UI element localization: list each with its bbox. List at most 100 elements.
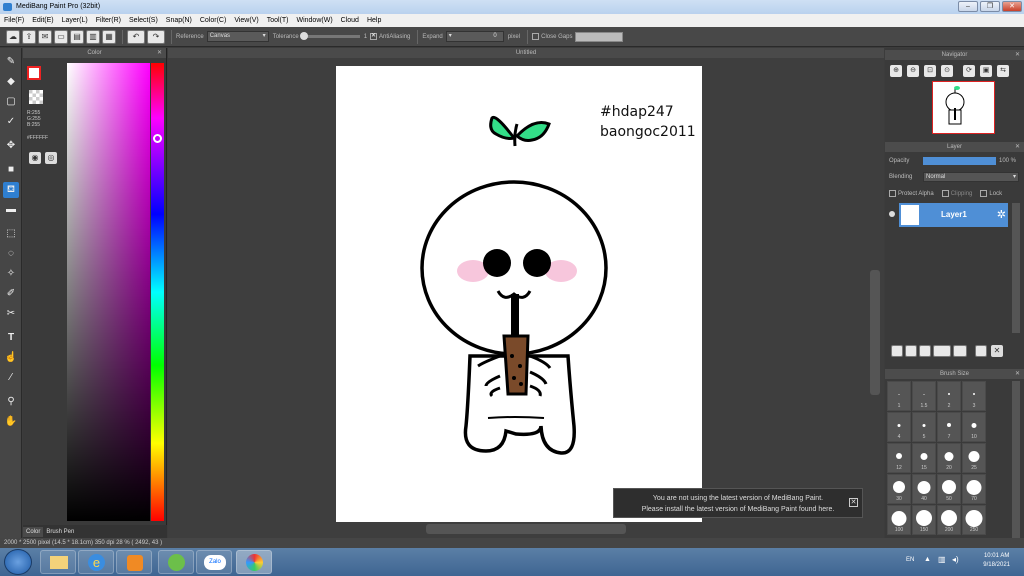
brush-size-cell[interactable]: 15 <box>912 443 936 473</box>
doc-icon[interactable]: ▤ <box>70 29 84 44</box>
close-gaps-checkbox[interactable] <box>532 33 540 40</box>
brush-size-cell[interactable]: 25 <box>962 443 986 473</box>
eyedropper-icon[interactable]: ⚲ <box>3 394 19 410</box>
divide-icon[interactable]: ⁄ <box>3 370 19 386</box>
zoom-out-icon[interactable]: ⊖ <box>907 65 919 77</box>
slider-handle[interactable] <box>299 32 308 40</box>
dot-icon[interactable]: ▢ <box>3 94 19 110</box>
media-player-icon[interactable] <box>116 550 152 574</box>
brush-size-cell[interactable]: 2 <box>937 381 961 411</box>
select-eraser-icon[interactable]: ✂ <box>3 306 19 322</box>
medibang-taskbar-icon[interactable] <box>236 550 272 574</box>
new-layer-icon[interactable] <box>891 345 903 357</box>
vertical-scrollbar[interactable] <box>870 270 880 395</box>
menu-file[interactable]: File(F) <box>4 17 24 24</box>
close-gaps-slider[interactable] <box>575 31 624 42</box>
language-indicator[interactable]: EN <box>906 557 914 563</box>
grid-icon[interactable]: ▦ <box>102 29 116 44</box>
magic-wand-icon[interactable]: ✧ <box>3 266 19 282</box>
opacity-slider[interactable] <box>923 157 996 165</box>
layer-row[interactable]: Layer1 ✲ <box>899 203 1008 227</box>
menu-color[interactable]: Color(C) <box>200 17 226 24</box>
export-icon[interactable]: ⇪ <box>22 29 36 44</box>
undo-icon[interactable]: ↶ <box>127 29 145 44</box>
brush-size-cell[interactable]: 7 <box>937 412 961 442</box>
new-8bit-icon[interactable] <box>933 345 951 357</box>
brush-size-cell[interactable]: 4 <box>887 412 911 442</box>
select-rect-icon[interactable]: ⬚ <box>3 226 19 242</box>
eraser-icon[interactable]: ◆ <box>3 74 19 90</box>
hue-slider[interactable] <box>151 63 164 521</box>
canvas-paper[interactable]: #hdap247 baongoc2011 <box>336 66 702 522</box>
palette-edit-icon[interactable]: ◎ <box>45 152 57 164</box>
hand-icon[interactable]: ✋ <box>3 414 19 430</box>
lock-checkbox[interactable] <box>980 190 988 197</box>
bucket-icon[interactable]: ⛾ <box>3 182 19 198</box>
transparent-swatch[interactable] <box>29 90 43 104</box>
flip-icon[interactable]: ⇆ <box>997 65 1009 77</box>
clipping-checkbox[interactable] <box>941 190 949 197</box>
brush-scrollbar[interactable] <box>1012 381 1020 538</box>
ie-icon[interactable]: e <box>78 550 114 574</box>
close-icon[interactable]: ✕ <box>1015 50 1020 60</box>
menu-filter[interactable]: Filter(R) <box>96 17 121 24</box>
tab-color[interactable]: Color <box>23 526 44 537</box>
restore-button[interactable]: ❐ <box>980 1 1000 12</box>
brush-size-cell[interactable]: 70 <box>962 474 986 504</box>
foreground-color-swatch[interactable] <box>27 66 41 80</box>
cloud-icon[interactable]: ☁ <box>6 29 20 44</box>
menu-cloud[interactable]: Cloud <box>341 17 359 24</box>
folder-icon[interactable] <box>953 345 967 357</box>
brush-size-cell[interactable]: 3 <box>962 381 986 411</box>
antialiasing-checkbox[interactable]: ✕ <box>370 33 378 40</box>
start-button[interactable] <box>4 549 32 575</box>
expand-spinbox[interactable]: ▾ 0 <box>445 31 504 42</box>
close-icon[interactable]: ✕ <box>849 498 858 507</box>
brush-size-cell[interactable]: 30 <box>887 474 911 504</box>
check-brush-icon[interactable]: ✓ <box>3 114 19 130</box>
brush-size-cell[interactable]: 200 <box>937 505 961 535</box>
saturation-value-picker[interactable] <box>67 63 150 521</box>
clock[interactable]: 10:01 AM 9/18/2021 <box>983 552 1010 570</box>
brush-size-cell[interactable]: 20 <box>937 443 961 473</box>
menu-view[interactable]: View(V) <box>234 17 258 24</box>
menu-tool[interactable]: Tool(T) <box>267 17 289 24</box>
brush-size-cell[interactable]: 50 <box>937 474 961 504</box>
close-icon[interactable]: ✕ <box>157 48 162 58</box>
brush-icon[interactable]: ✎ <box>3 54 19 70</box>
zoom-in-icon[interactable]: ⊕ <box>890 65 902 77</box>
fill-rect-icon[interactable]: ■ <box>3 162 19 178</box>
update-notice[interactable]: You are not using the latest version of … <box>613 488 863 518</box>
file-explorer-icon[interactable] <box>40 550 76 574</box>
blending-dropdown[interactable]: Normal ▾ <box>923 172 1019 182</box>
layer-scrollbar[interactable] <box>1012 203 1020 333</box>
select-pen-icon[interactable]: ✐ <box>3 286 19 302</box>
brush-size-cell[interactable]: 1 <box>887 381 911 411</box>
new-halftone-icon[interactable] <box>919 345 931 357</box>
lasso-icon[interactable]: ◌ <box>3 246 19 262</box>
volume-icon[interactable]: ◂) <box>952 555 959 564</box>
navigator-thumbnail[interactable] <box>932 81 995 134</box>
menu-snap[interactable]: Snap(N) <box>166 17 192 24</box>
tray-arrow-icon[interactable]: ▲ <box>924 556 931 563</box>
menu-layer[interactable]: Layer(L) <box>62 17 88 24</box>
brush-size-cell[interactable]: 40 <box>912 474 936 504</box>
reset-rotate-icon[interactable]: ▣ <box>980 65 992 77</box>
redo-icon[interactable]: ↷ <box>147 29 165 44</box>
close-button[interactable]: ✕ <box>1002 1 1022 12</box>
actual-size-icon[interactable]: ⊙ <box>941 65 953 77</box>
rotate-icon[interactable]: ⟳ <box>963 65 975 77</box>
copy-layer-icon[interactable] <box>905 345 917 357</box>
delete-layer-icon[interactable]: ✕ <box>991 345 1003 357</box>
canvas-tab[interactable]: Untitled <box>168 48 884 58</box>
brush-size-cell[interactable]: 1.5 <box>912 381 936 411</box>
hue-cursor[interactable] <box>153 134 162 143</box>
protect-alpha-checkbox[interactable] <box>889 190 896 197</box>
minimize-button[interactable]: – <box>958 1 978 12</box>
gradient-icon[interactable]: ▬ <box>3 202 19 218</box>
zalo-icon[interactable]: Zalo <box>196 550 232 574</box>
brush-size-cell[interactable]: 12 <box>887 443 911 473</box>
text-icon[interactable]: T <box>3 330 19 346</box>
fit-icon[interactable]: ⊡ <box>924 65 936 77</box>
panel-icon[interactable]: ▥ <box>86 29 100 44</box>
